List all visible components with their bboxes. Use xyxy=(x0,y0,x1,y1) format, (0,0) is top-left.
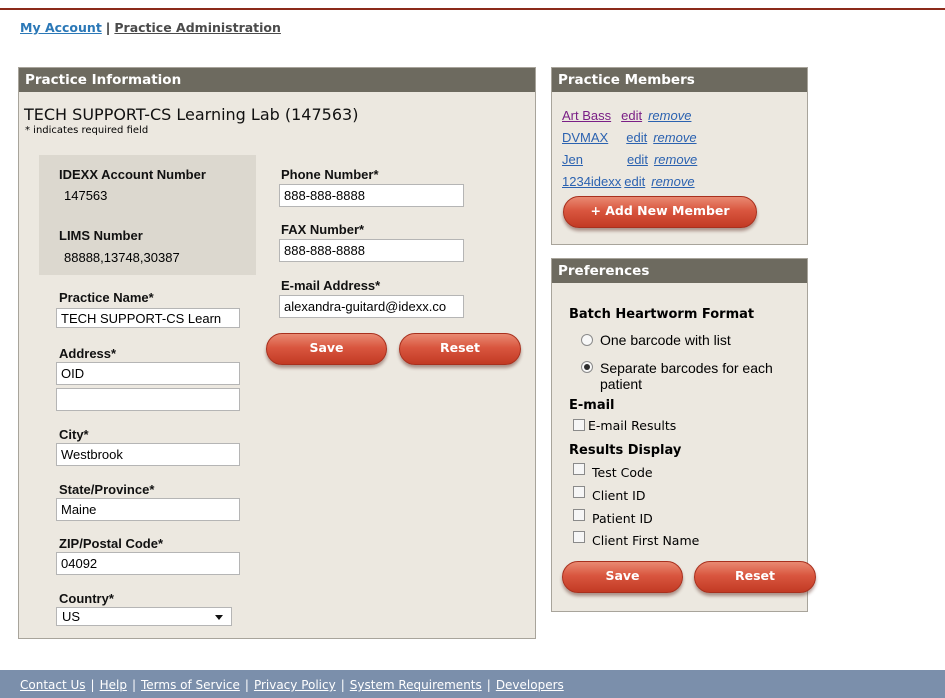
footer-separator: | xyxy=(244,678,249,692)
member-row: Jen edit remove xyxy=(562,152,703,167)
contact-us-link[interactable]: Contact Us xyxy=(20,678,86,692)
test-code-label: Test Code xyxy=(592,465,653,480)
city-input[interactable] xyxy=(56,443,240,466)
radio-separate-barcodes[interactable] xyxy=(581,361,593,373)
member-remove-link[interactable]: remove xyxy=(651,174,694,189)
one-barcode-label: One barcode with list xyxy=(600,332,731,348)
state-label: State/Province* xyxy=(59,482,155,497)
footer-separator: | xyxy=(486,678,491,692)
member-edit-link[interactable]: edit xyxy=(621,108,642,123)
footer: Contact Us | Help | Terms of Service | Privacy… xyxy=(0,670,945,698)
address-line-2-input[interactable] xyxy=(56,388,240,411)
chevron-down-icon xyxy=(215,615,223,620)
state-input[interactable] xyxy=(56,498,240,521)
radio-one-barcode[interactable] xyxy=(581,334,593,346)
preferences-reset-button[interactable]: Reset xyxy=(694,561,816,593)
member-row: 1234idexx edit remove xyxy=(562,174,701,189)
member-name-link[interactable]: Art Bass xyxy=(562,108,611,123)
practice-administration-link[interactable]: Practice Administration xyxy=(114,20,281,35)
footer-separator: | xyxy=(340,678,345,692)
phone-label: Phone Number* xyxy=(281,167,379,182)
email-section-title: E-mail xyxy=(569,398,615,413)
client-first-name-checkbox[interactable] xyxy=(573,531,585,543)
breadcrumb: My Account | Practice Administration xyxy=(20,20,281,35)
member-remove-link[interactable]: remove xyxy=(648,108,691,123)
batch-heartworm-title: Batch Heartworm Format xyxy=(569,307,755,322)
patient-id-checkbox[interactable] xyxy=(573,509,585,521)
fax-label: FAX Number* xyxy=(281,222,365,237)
idexx-account-value: 147563 xyxy=(64,188,108,203)
help-link[interactable]: Help xyxy=(100,678,127,692)
nav-separator: | xyxy=(105,20,111,35)
separate-barcodes-label: Separate barcodes for each patient xyxy=(600,360,773,392)
member-edit-link[interactable]: edit xyxy=(624,174,645,189)
preferences-panel: Preferences Batch Heartworm Format One b… xyxy=(551,258,816,612)
results-display-title: Results Display xyxy=(569,443,682,458)
practice-title: TECH SUPPORT-CS Learning Lab (147563) xyxy=(24,105,359,124)
client-first-name-label: Client First Name xyxy=(592,533,700,548)
privacy-policy-link[interactable]: Privacy Policy xyxy=(254,678,336,692)
member-remove-link[interactable]: remove xyxy=(653,130,696,145)
country-select[interactable]: US xyxy=(56,607,232,626)
member-remove-link[interactable]: remove xyxy=(654,152,697,167)
email-results-label: E-mail Results xyxy=(588,418,677,433)
reset-button[interactable]: Reset xyxy=(399,333,521,365)
system-requirements-link[interactable]: System Requirements xyxy=(350,678,482,692)
email-label: E-mail Address* xyxy=(281,278,381,293)
top-rule xyxy=(0,8,945,10)
practice-members-panel: Practice Members Art Bass edit remove DVMA… xyxy=(551,67,808,245)
preferences-header: Preferences xyxy=(552,259,807,283)
practice-information-header: Practice Information xyxy=(19,68,535,92)
address-input[interactable] xyxy=(56,362,240,385)
zip-input[interactable] xyxy=(56,552,240,575)
lims-label: LIMS Number xyxy=(59,228,143,243)
address-label: Address* xyxy=(59,346,117,361)
lims-value: 88888,13748,30387 xyxy=(64,250,180,265)
member-row: DVMAX edit remove xyxy=(562,130,703,145)
member-edit-link[interactable]: edit xyxy=(627,152,648,167)
country-value: US xyxy=(62,609,81,624)
member-name-link[interactable]: 1234idexx xyxy=(562,174,621,189)
member-edit-link[interactable]: edit xyxy=(626,130,647,145)
test-code-checkbox[interactable] xyxy=(573,463,585,475)
save-button[interactable]: Save xyxy=(266,333,387,365)
country-label: Country* xyxy=(59,591,114,606)
email-results-checkbox[interactable] xyxy=(573,419,585,431)
practice-name-input[interactable] xyxy=(56,308,240,328)
my-account-link[interactable]: My Account xyxy=(20,20,102,35)
add-new-member-button[interactable]: + Add New Member xyxy=(563,196,757,228)
patient-id-label: Patient ID xyxy=(592,511,653,526)
member-row: Art Bass edit remove xyxy=(562,108,697,123)
zip-label: ZIP/Postal Code* xyxy=(59,536,164,551)
fax-input[interactable] xyxy=(279,239,464,262)
footer-separator: | xyxy=(131,678,136,692)
preferences-save-button[interactable]: Save xyxy=(562,561,683,593)
phone-input[interactable] xyxy=(279,184,464,207)
client-id-label: Client ID xyxy=(592,488,646,503)
client-id-checkbox[interactable] xyxy=(573,486,585,498)
member-name-link[interactable]: Jen xyxy=(562,152,583,167)
footer-separator: | xyxy=(90,678,95,692)
member-name-link[interactable]: DVMAX xyxy=(562,130,608,145)
practice-information-panel: Practice Information TECH SUPPORT-CS Lea… xyxy=(18,67,536,639)
developers-link[interactable]: Developers xyxy=(496,678,564,692)
email-input[interactable] xyxy=(279,295,464,318)
footer-links: Contact Us | Help | Terms of Service | Privacy… xyxy=(20,678,564,692)
practice-members-header: Practice Members xyxy=(552,68,807,92)
city-label: City* xyxy=(59,427,89,442)
required-note: * indicates required field xyxy=(25,125,149,136)
terms-of-service-link[interactable]: Terms of Service xyxy=(141,678,240,692)
practice-name-label: Practice Name* xyxy=(59,290,154,305)
idexx-account-label: IDEXX Account Number xyxy=(59,167,206,182)
